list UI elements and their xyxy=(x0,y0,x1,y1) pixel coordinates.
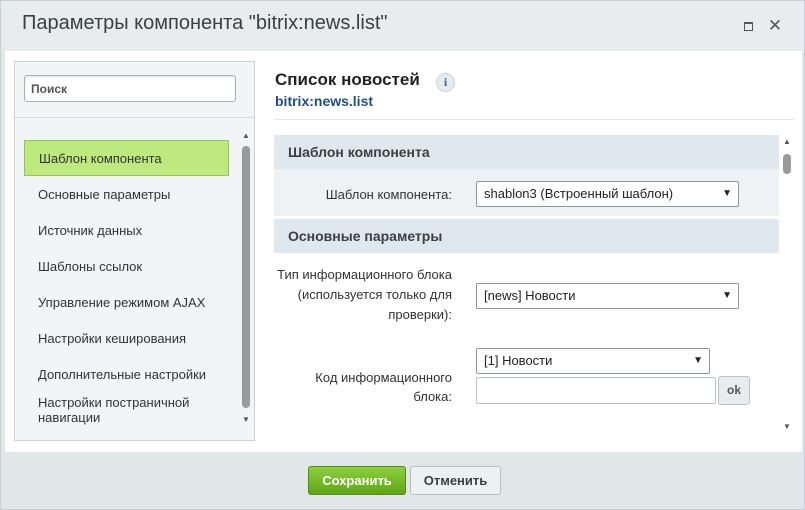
component-title: Список новостей xyxy=(275,70,420,89)
close-icon[interactable]: ✕ xyxy=(767,17,783,34)
scrollbar-thumb[interactable] xyxy=(783,154,791,174)
info-icon[interactable]: i xyxy=(436,73,455,92)
iblock-type-label-line2: (используется только для xyxy=(297,287,452,302)
scrollbar-thumb[interactable] xyxy=(242,146,250,408)
sidebar-item-basic-params[interactable]: Основные параметры xyxy=(24,176,229,212)
parameters-form: Шаблон компонента Шаблон компонента: sha… xyxy=(274,135,779,435)
iblock-code-label-line1: Код информационного xyxy=(315,370,452,385)
sidebar-item-template[interactable]: Шаблон компонента xyxy=(24,140,229,176)
dialog-footer: Сохранить Отменить xyxy=(1,452,804,509)
iblock-type-select[interactable]: [news] Новости ▼ xyxy=(476,283,739,309)
sidebar-item-ajax[interactable]: Управление режимом AJAX xyxy=(24,284,229,320)
save-button[interactable]: Сохранить xyxy=(308,466,406,495)
search-input[interactable] xyxy=(24,75,236,102)
scroll-up-icon[interactable]: ▲ xyxy=(241,132,251,140)
iblock-code-input[interactable] xyxy=(476,377,716,404)
cancel-button[interactable]: Отменить xyxy=(410,466,501,495)
sidebar-item-data-source[interactable]: Источник данных xyxy=(24,212,229,248)
iblock-type-select-value: [news] Новости xyxy=(484,288,576,303)
iblock-code-select-value: [1] Новости xyxy=(484,353,553,368)
dialog-content: Шаблон компонента Основные параметры Ист… xyxy=(5,51,802,452)
scroll-down-icon[interactable]: ▼ xyxy=(241,416,251,424)
sidebar-item-caching[interactable]: Настройки кеширования xyxy=(24,320,229,356)
form-scrollbar[interactable]: ▲ ▼ xyxy=(782,135,792,435)
template-select-value: shablon3 (Встроенный шаблон) xyxy=(484,186,674,201)
sidebar-item-pagination[interactable]: Настройки постраничной навигации xyxy=(24,392,229,428)
ok-button[interactable]: ok xyxy=(718,376,750,405)
header-divider xyxy=(274,119,794,120)
template-label: Шаблон компонента: xyxy=(325,187,452,202)
sidebar-nav: Шаблон компонента Основные параметры Ист… xyxy=(24,140,229,428)
dialog-titlebar[interactable]: Параметры компонента "bitrix:news.list" … xyxy=(1,1,804,51)
section-header-template: Шаблон компонента xyxy=(274,135,779,169)
iblock-code-select[interactable]: [1] Новости ▼ xyxy=(476,348,710,374)
component-code: bitrix:news.list xyxy=(275,93,374,109)
scroll-up-icon[interactable]: ▲ xyxy=(782,138,792,146)
iblock-type-label-line1: Тип информационного блока xyxy=(277,267,452,282)
chevron-down-icon: ▼ xyxy=(722,188,732,199)
sidebar-item-additional[interactable]: Дополнительные настройки xyxy=(24,356,229,392)
maximize-icon[interactable] xyxy=(740,18,756,34)
iblock-code-label-line2: блока: xyxy=(413,389,452,404)
iblock-type-label-line3: проверки): xyxy=(388,307,452,322)
component-parameters-dialog: Параметры компонента "bitrix:news.list" … xyxy=(0,0,805,510)
chevron-down-icon: ▼ xyxy=(693,355,703,366)
sidebar-divider xyxy=(15,117,254,118)
dialog-title: Параметры компонента "bitrix:news.list" xyxy=(22,12,388,34)
sidebar-item-url-templates[interactable]: Шаблоны ссылок xyxy=(24,248,229,284)
sidebar-scrollbar[interactable]: ▲ ▼ xyxy=(241,132,251,436)
scroll-down-icon[interactable]: ▼ xyxy=(782,423,792,431)
chevron-down-icon: ▼ xyxy=(722,290,732,301)
sidebar: Шаблон компонента Основные параметры Ист… xyxy=(14,61,255,441)
template-select[interactable]: shablon3 (Встроенный шаблон) ▼ xyxy=(476,181,739,207)
section-header-basic: Основные параметры xyxy=(274,219,779,253)
